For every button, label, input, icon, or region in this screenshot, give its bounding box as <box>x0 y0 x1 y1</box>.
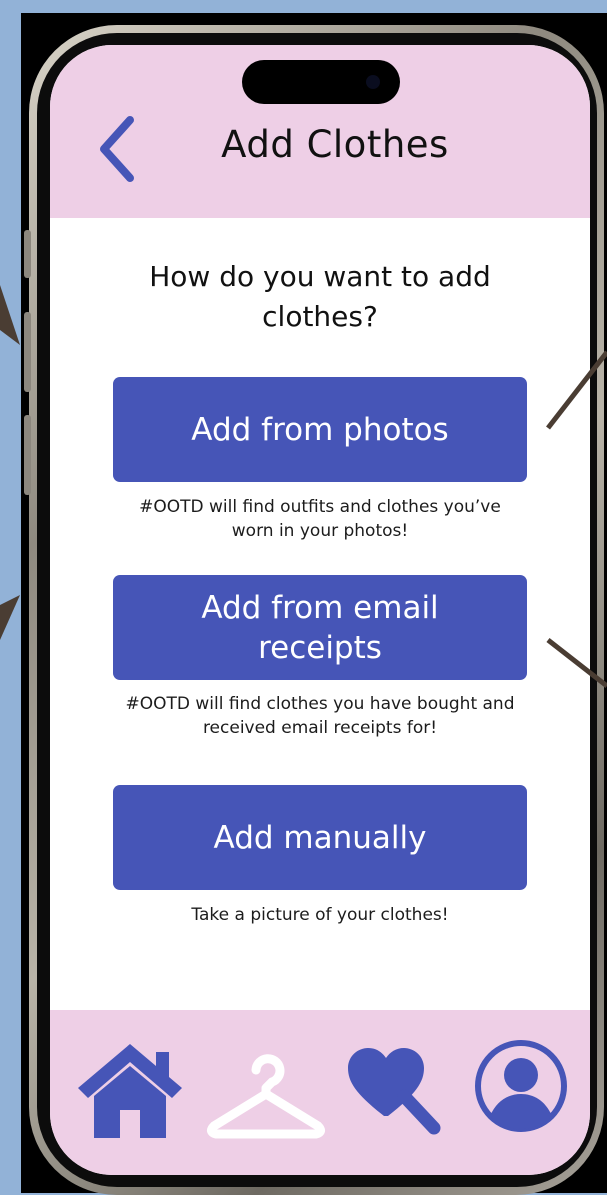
annotation-arrow-right-bottom <box>546 638 607 688</box>
annotation-arrows-right <box>546 350 607 688</box>
annotation-arrow-right-top <box>546 350 607 430</box>
